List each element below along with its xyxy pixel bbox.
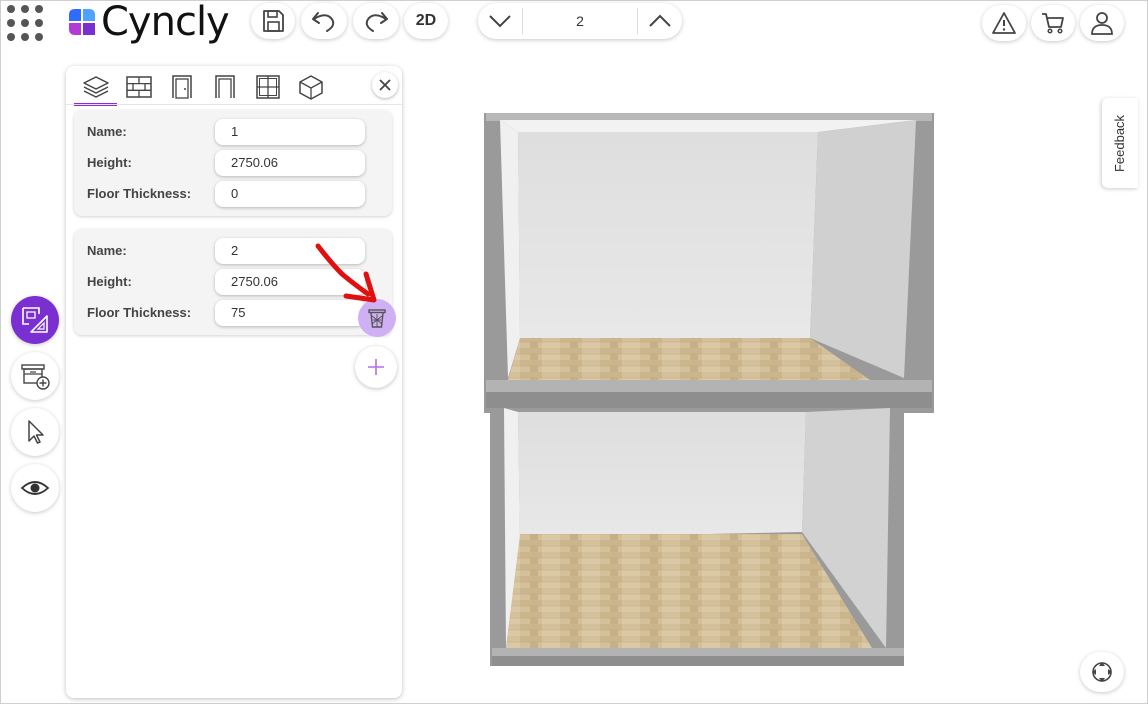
floor-height-input[interactable]: 2750.06: [215, 150, 365, 176]
brand-name: Cyncly: [101, 0, 230, 45]
floor-thickness-label: Floor Thickness:: [87, 305, 192, 320]
window-icon: [255, 75, 280, 99]
brick-wall-icon: [125, 76, 152, 98]
floor-plan-icon: [22, 307, 48, 333]
floor-up-button[interactable]: [638, 3, 682, 39]
panel-tabs: [74, 70, 332, 106]
save-button[interactable]: [251, 3, 295, 39]
tab-doors[interactable]: [160, 70, 203, 104]
cart-icon: [1042, 13, 1064, 34]
door-icon: [171, 75, 192, 99]
user-icon: [1091, 12, 1113, 35]
select-tool-button[interactable]: [11, 408, 59, 456]
floor-card-1: Name: 1 Height: 2750.06 Floor Thickness:…: [74, 110, 392, 216]
save-icon: [263, 10, 284, 32]
visibility-button[interactable]: [11, 464, 59, 512]
close-icon: [379, 79, 391, 91]
undo-icon: [312, 12, 335, 32]
floor-thickness-input[interactable]: 0: [215, 181, 365, 207]
floor-height-label: Height:: [87, 274, 132, 289]
cursor-arrow-icon: [28, 420, 44, 444]
cyncly-logo-icon: [69, 9, 95, 35]
chevron-down-icon: [489, 15, 511, 28]
floors-panel: Name: 1 Height: 2750.06 Floor Thickness:…: [66, 66, 402, 698]
tab-floors[interactable]: [74, 70, 117, 106]
close-panel-button[interactable]: [372, 72, 398, 98]
warning-icon: [992, 12, 1016, 34]
brand-logo: Cyncly: [67, 0, 230, 45]
upper-floor-room: [484, 113, 934, 413]
opening-icon: [214, 75, 235, 98]
cart-button[interactable]: [1031, 5, 1075, 41]
3d-viewport[interactable]: [480, 108, 940, 672]
feedback-tab[interactable]: Feedback: [1102, 98, 1138, 188]
plus-icon: [368, 359, 384, 375]
tab-windows[interactable]: [246, 70, 289, 104]
floor-down-button[interactable]: [478, 3, 522, 39]
cube-icon: [298, 75, 323, 100]
add-cabinet-icon: [21, 364, 50, 390]
floor-name-row: Name: 1: [87, 119, 387, 145]
current-floor-number: 2: [522, 8, 638, 34]
lower-floor-room: [490, 408, 904, 666]
floor-height-row: Height: 2750.06: [87, 150, 387, 176]
navigation-control-button[interactable]: [1080, 652, 1124, 692]
add-floor-button[interactable]: [355, 346, 397, 388]
redo-button[interactable]: [353, 3, 399, 39]
chevron-up-icon: [649, 14, 671, 27]
undo-button[interactable]: [301, 3, 347, 39]
floor-thickness-row: Floor Thickness: 0: [87, 181, 387, 207]
tab-divider: [66, 104, 402, 105]
annotation-arrow: [315, 243, 377, 303]
navigation-arrows-icon: [1092, 662, 1112, 682]
app-grid-icon[interactable]: [6, 3, 48, 45]
eye-icon: [20, 481, 50, 495]
tab-objects[interactable]: [289, 70, 332, 104]
warnings-button[interactable]: [982, 5, 1026, 41]
add-cabinet-button[interactable]: [11, 352, 59, 400]
tab-walls[interactable]: [117, 70, 160, 104]
floor-name-input[interactable]: 1: [215, 119, 365, 145]
view-2d-button[interactable]: 2D: [404, 3, 448, 39]
floor-thickness-label: Floor Thickness:: [87, 186, 192, 201]
layers-icon: [82, 76, 109, 98]
floor-navigator: 2: [478, 3, 682, 39]
floor-name-label: Name:: [87, 124, 127, 139]
user-account-button[interactable]: [1080, 5, 1124, 41]
floor-plan-tool-button[interactable]: [11, 296, 59, 344]
tab-openings[interactable]: [203, 70, 246, 104]
redo-icon: [365, 12, 388, 32]
feedback-label: Feedback: [1112, 114, 1128, 172]
floor-name-label: Name:: [87, 243, 127, 258]
trash-icon: [368, 309, 386, 328]
floor-height-label: Height:: [87, 155, 132, 170]
